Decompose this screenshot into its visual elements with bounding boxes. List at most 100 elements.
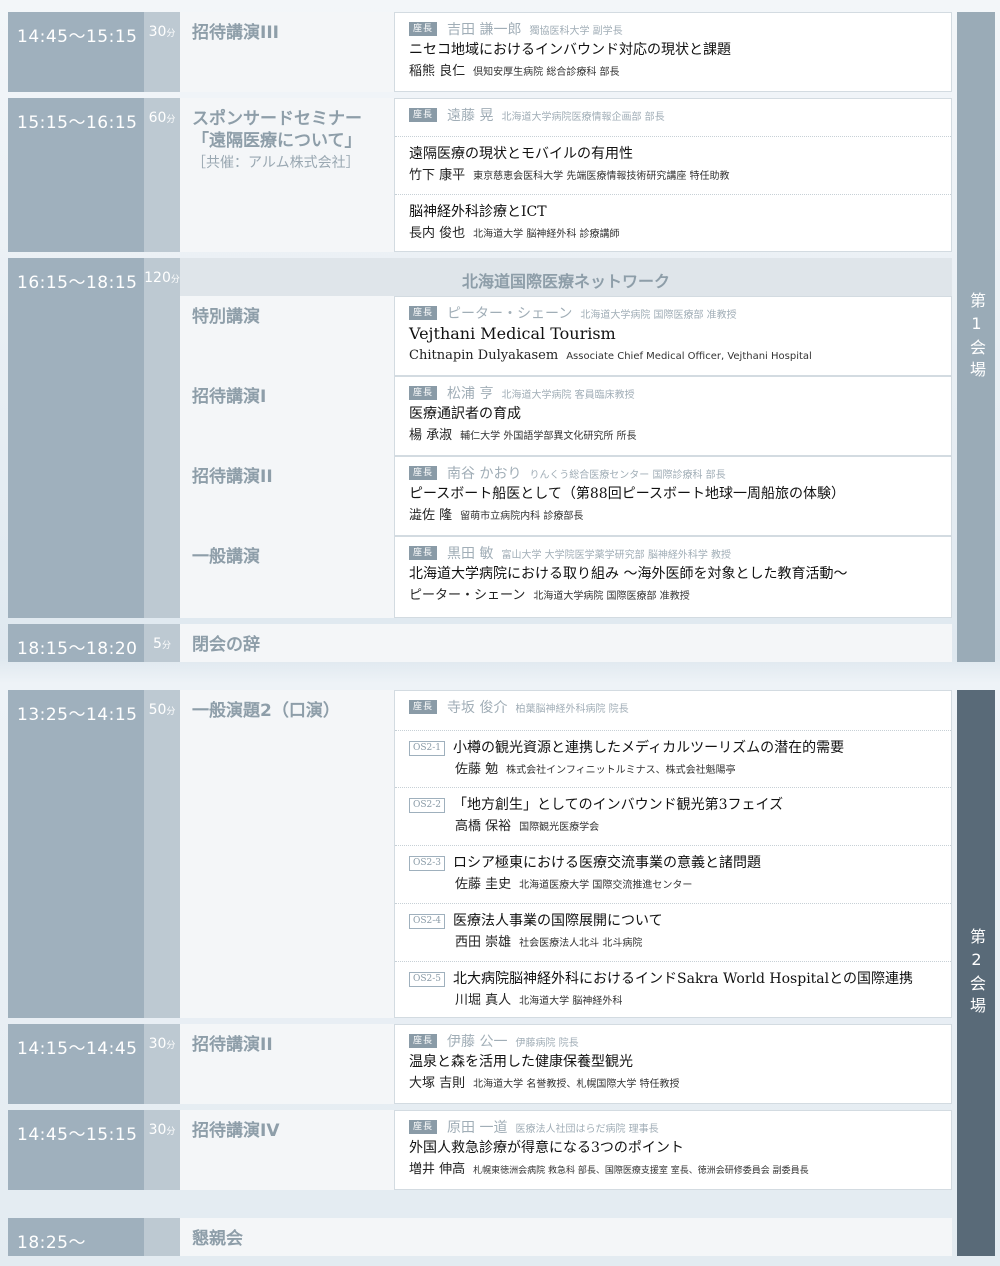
session-duration: 30分	[144, 1024, 180, 1104]
session-sponsor: ［共催：アルム株式会社］	[192, 155, 360, 171]
session-content: 座長 寺坂 俊介 柏葉脳神経外科病院 院長 OS2-1 小樽の観光資源と連携したメディ…	[394, 690, 952, 1018]
talk-title: 脳神経外科診療とICT	[409, 204, 547, 220]
duration-unit: 分	[166, 1127, 176, 1137]
session-time: 14:15〜14:45	[8, 1024, 144, 1104]
list-item: 座長 松浦 亨北海道大学病院 客員臨床教授 医療通訳者の育成 楊 承淑 輔仁大学 外…	[395, 377, 951, 455]
session-duration: 5分	[144, 624, 180, 662]
chair-affiliation: 北海道大学病院 国際医療部 准教授	[580, 309, 737, 321]
chair-name: 原田 一道	[447, 1120, 508, 1136]
session-time: 14:45〜15:15	[8, 1110, 144, 1190]
session-title: 招待講演III	[180, 12, 394, 92]
chair-name: 南谷 かおり	[447, 466, 522, 482]
speaker-affiliation: 北海道大学 脳神経外科	[519, 996, 623, 1007]
speaker-name: 西田 崇雄	[455, 935, 512, 950]
speaker-name: ピーター・シェーン	[409, 588, 526, 603]
talk-title: OS2-3 ロシア極東における医療交流事業の意義と諸問題	[409, 852, 951, 874]
subsession-title-text: 招待講演I	[192, 387, 267, 407]
talk-title-text: 小樽の観光資源と連携したメディカルツーリズムの潜在的需要	[453, 740, 845, 756]
subsession-content: 座長 松浦 亨北海道大学病院 客員臨床教授 医療通訳者の育成 楊 承淑 輔仁大学 外…	[394, 376, 952, 456]
speaker-affiliation: Associate Chief Medical Officer, Vejthan…	[566, 351, 812, 362]
chair-affiliation: 北海道大学病院 客員臨床教授	[501, 389, 635, 401]
speaker: 竹下 康平 東京慈恵会医科大学 先端医療情報技術研究講座 特任助教	[409, 165, 951, 186]
chair-row: 座長 吉田 謙一郎 獨協医科大学 副学長	[409, 19, 951, 39]
duration-value: 60	[148, 110, 167, 126]
list-item: 座長 ピーター・シェーン 北海道大学病院 国際医療部 准教授 Vejthani Me…	[395, 297, 951, 375]
duration-unit: 分	[170, 275, 180, 285]
chair-name: 遠藤 晃	[447, 108, 494, 124]
session-title-text: 招待講演III	[192, 23, 279, 43]
session-time: 15:15〜16:15	[8, 98, 144, 252]
list-item: OS2-4 医療法人事業の国際展開について 西田 崇雄 社会医療法人北斗 北斗病院	[395, 904, 951, 962]
speaker-name: 竹下 康平	[409, 168, 466, 183]
list-item: 座長 吉田 謙一郎 獨協医科大学 副学長 ニセコ地域におけるインバウンド対応の現状と…	[395, 13, 951, 91]
chair-badge: 座長	[409, 466, 438, 480]
list-item: 座長 南谷 かおり りんくう総合医療センター 国際診療科 部長 ピースボート船医とし…	[395, 457, 951, 535]
speaker-name: Chitnapin Dulyakasem	[409, 348, 559, 363]
session-time: 16:15〜18:15	[8, 258, 144, 618]
session-content: 座長 原田 一道 医療法人社団はらだ病院 理事長 外国人救急診療が得意になる3つのポ…	[394, 1110, 952, 1190]
talk-title-text: ロシア極東における医療交流事業の意義と諸問題	[453, 855, 762, 871]
room-label-1: 第1会場	[957, 12, 995, 662]
session-header: 北海道国際医療ネットワーク	[180, 258, 952, 296]
session-time: 18:15〜18:20	[8, 624, 144, 662]
chair-row: 座長 原田 一道 医療法人社団はらだ病院 理事長	[409, 1117, 951, 1137]
speaker-affiliation: 北海道大学 脳神経外科 診療講師	[473, 229, 620, 240]
chair-affiliation: 獨協医科大学 副学長	[529, 25, 623, 37]
duration-value: 120	[144, 270, 171, 286]
list-item: 座長 伊藤 公一 伊藤病院 院長 温泉と森を活用した健康保養型観光 大塚 吉則 北海道…	[395, 1025, 951, 1103]
chair-row: 座長 ピーター・シェーン 北海道大学病院 国際医療部 准教授	[409, 303, 951, 323]
chair-item: 座長 寺坂 俊介 柏葉脳神経外科病院 院長	[395, 691, 951, 731]
speaker-name: 稲熊 良仁	[409, 64, 466, 79]
speaker: 大塚 吉則 北海道大学 名誉教授、札幌国際大学 特任教授	[409, 1073, 951, 1094]
chair-badge: 座長	[409, 22, 438, 36]
session-time: 18:25〜	[8, 1218, 144, 1256]
speaker-name: 川堀 真人	[455, 993, 512, 1008]
session-title: 閉会の辞	[180, 624, 952, 662]
session-duration: 30分	[144, 1110, 180, 1190]
speaker: Chitnapin Dulyakasem Associate Chief Medi…	[409, 345, 951, 366]
speaker-affiliation: 東京慈恵会医科大学 先端医療情報技術研究講座 特任助教	[473, 171, 730, 182]
speaker-affiliation: 国際観光医療学会	[519, 822, 600, 833]
speaker-name: 大塚 吉則	[409, 1076, 466, 1091]
talk-title: 外国人救急診療が得意になる3つのポイント	[409, 1140, 684, 1156]
talk-title: 遠隔医療の現状とモバイルの有用性	[409, 146, 633, 162]
abstract-code: OS2-5	[409, 971, 446, 987]
session-duration: 60分	[144, 98, 180, 252]
subsession-title: 一般講演	[180, 536, 394, 618]
chair-row: 座長 遠藤 晃北海道大学病院医療情報企画部 部長	[409, 105, 951, 125]
duration-value: 30	[148, 1036, 167, 1052]
subsession-content: 座長 黒田 敏富山大学 大学院医学薬学研究部 脳神経外科学 教授 北海道大学病院に…	[394, 536, 952, 618]
talk-title: 北海道大学病院における取り組み 〜海外医師を対象とした教育活動〜	[409, 566, 848, 582]
duration-value: 30	[148, 24, 167, 40]
subsession-title-text: 特別講演	[192, 307, 260, 327]
subsession-title-text: 一般講演	[192, 547, 260, 567]
duration-value: 50	[148, 702, 167, 718]
talk-title: Vejthani Medical Tourism	[409, 324, 616, 343]
duration-unit: 分	[161, 641, 171, 651]
talk-title: OS2-1 小樽の観光資源と連携したメディカルツーリズムの潜在的需要	[409, 737, 951, 759]
talk-title: 温泉と森を活用した健康保養型観光	[409, 1054, 633, 1070]
chair-affiliation: 富山大学 大学院医学薬学研究部 脳神経外科学 教授	[501, 549, 732, 561]
chair-row: 座長 南谷 かおり りんくう総合医療センター 国際診療科 部長	[409, 463, 951, 483]
abstract-code: OS2-2	[409, 797, 446, 813]
chair-badge: 座長	[409, 386, 438, 400]
session-duration: 120分	[144, 258, 180, 618]
list-item: 座長 黒田 敏富山大学 大学院医学薬学研究部 脳神経外科学 教授 北海道大学病院に…	[395, 537, 951, 617]
speaker-affiliation: 北海道医療大学 国際交流推進センター	[519, 880, 693, 891]
session-title: 一般演題2（口演）	[180, 690, 394, 1018]
chair-affiliation: 柏葉脳神経外科病院 院長	[515, 703, 629, 715]
talk-title: ピースボート船医として（第88回ピースボート地球一周船旅の体験）	[409, 486, 845, 502]
speaker-affiliation: 社会医療法人北斗 北斗病院	[519, 938, 643, 949]
speaker: 増井 伸高 札幌東徳洲会病院 救急科 部長、国際医療支援室 室長、徳洲会研修委員会…	[409, 1159, 951, 1180]
chair-row: 座長 黒田 敏富山大学 大学院医学薬学研究部 脳神経外科学 教授	[409, 543, 951, 563]
session-title-text: 懇親会	[192, 1229, 243, 1249]
session-title: 懇親会	[180, 1218, 952, 1256]
speaker: 高橋 保裕 国際観光医療学会	[409, 816, 951, 837]
list-item: OS2-1 小樽の観光資源と連携したメディカルツーリズムの潜在的需要 佐藤 勉株式…	[395, 731, 951, 788]
speaker: 佐藤 勉株式会社インフィニットルミナス、株式会社魁陽亭	[409, 759, 951, 780]
speaker-affiliation: 北海道大学病院 国際医療部 准教授	[533, 591, 690, 602]
subsession-title: 招待講演I	[180, 376, 394, 456]
chair-name: 寺坂 俊介	[447, 700, 508, 716]
chair-item: 座長 遠藤 晃北海道大学病院医療情報企画部 部長	[395, 99, 951, 137]
abstract-code: OS2-1	[409, 740, 446, 756]
